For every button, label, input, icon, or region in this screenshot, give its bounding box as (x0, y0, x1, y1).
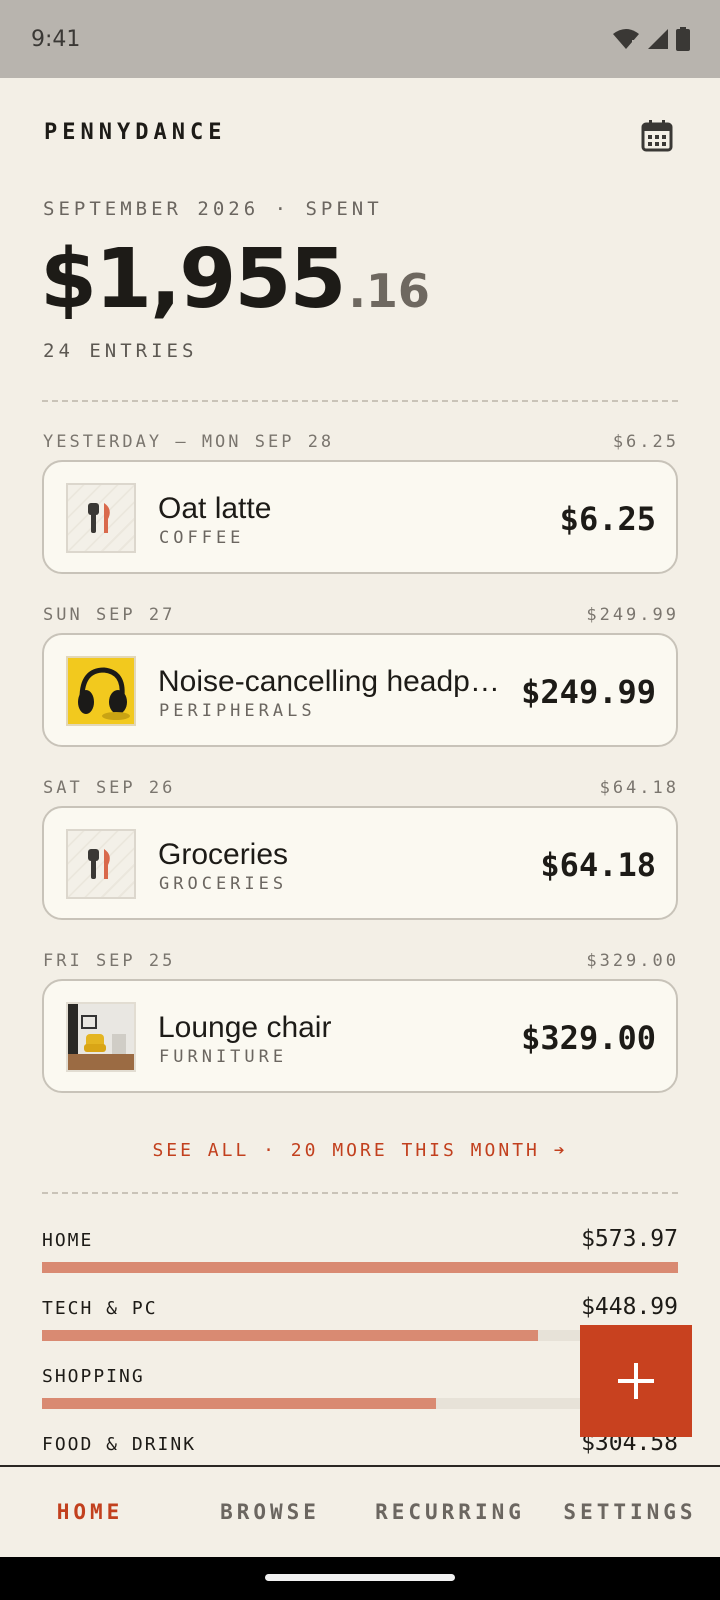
transaction-card[interactable]: Noise-cancelling headphones PERIPHERALS … (42, 633, 678, 747)
status-time: 9:41 (31, 26, 81, 52)
status-bar: 9:41 (0, 0, 720, 78)
category-name: SHOPPING (42, 1366, 145, 1387)
day-label: YESTERDAY — MON SEP 28 (43, 432, 335, 452)
day-total: $329.00 (586, 951, 679, 971)
transaction-name: Groceries (158, 838, 289, 871)
calendar-icon (641, 120, 673, 152)
transaction-card[interactable]: Lounge chair FURNITURE $329.00 (42, 979, 678, 1093)
category-amount: $573.97 (581, 1226, 678, 1252)
summary-label: SEPTEMBER 2026 · SPENT (43, 198, 383, 220)
transaction-card[interactable]: Groceries GROCERIES $64.18 (42, 806, 678, 920)
nav-home[interactable]: HOME (0, 1467, 180, 1557)
transaction-category: FURNITURE (159, 1047, 288, 1067)
category-name: TECH & PC (42, 1298, 158, 1319)
transaction-card[interactable]: Oat latte COFFEE $6.25 (42, 460, 678, 574)
signal-icon (648, 29, 668, 49)
day-total: $249.99 (586, 605, 679, 625)
monthly-total: $1,955 .16 (40, 232, 430, 327)
day-header: SAT SEP 26 $64.18 (43, 778, 679, 798)
day-label: SAT SEP 26 (43, 778, 176, 798)
plus-icon (618, 1363, 654, 1399)
category-bar-fill (42, 1398, 437, 1409)
home-gesture-handle[interactable] (265, 1574, 455, 1581)
category-name: HOME (42, 1230, 94, 1251)
app-header: PENNYDANCE (0, 78, 720, 190)
day-label: SUN SEP 27 (43, 605, 176, 625)
status-icons (612, 27, 690, 51)
calendar-button[interactable] (640, 118, 674, 152)
nav-recurring[interactable]: RECURRING (360, 1467, 540, 1557)
utensils-icon (66, 829, 136, 899)
day-total: $64.18 (599, 778, 679, 798)
nav-browse[interactable]: BROWSE (180, 1467, 360, 1557)
transaction-amount: $329.00 (521, 1019, 656, 1057)
category-bar-fill (42, 1262, 678, 1273)
day-header: YESTERDAY — MON SEP 28 $6.25 (43, 432, 679, 452)
divider (42, 1192, 678, 1194)
transaction-name: Lounge chair (158, 1011, 332, 1044)
day-total: $6.25 (612, 432, 679, 452)
category-row[interactable]: HOME $573.97 (42, 1226, 678, 1290)
transaction-category: PERIPHERALS (159, 701, 316, 721)
see-all-link[interactable]: SEE ALL · 20 MORE THIS MONTH ➔ (0, 1140, 720, 1161)
app-title: PENNYDANCE (44, 120, 227, 145)
day-label: FRI SEP 25 (43, 951, 176, 971)
transaction-amount: $6.25 (559, 500, 656, 538)
transaction-name: Noise-cancelling headphones (158, 665, 508, 698)
transaction-category: COFFEE (159, 528, 245, 548)
category-bar-fill (42, 1330, 539, 1341)
transaction-amount: $249.99 (521, 673, 656, 711)
transaction-amount: $64.18 (540, 846, 656, 884)
utensils-icon (66, 483, 136, 553)
category-amount: $448.99 (581, 1294, 678, 1320)
category-name: FOOD & DRINK (42, 1434, 197, 1455)
nav-settings[interactable]: SETTINGS (540, 1467, 720, 1557)
wifi-icon (613, 29, 639, 49)
entries-count: 24 ENTRIES (43, 340, 198, 362)
gesture-bar (0, 1557, 720, 1600)
transaction-name: Oat latte (158, 492, 272, 525)
transaction-category: GROCERIES (159, 874, 288, 894)
day-header: FRI SEP 25 $329.00 (43, 951, 679, 971)
day-header: SUN SEP 27 $249.99 (43, 605, 679, 625)
total-dollars: $1,955 (40, 232, 346, 327)
chair-photo (66, 1002, 136, 1072)
battery-icon (676, 27, 690, 51)
bottom-nav: HOME BROWSE RECURRING SETTINGS (0, 1465, 720, 1557)
headphones-photo (66, 656, 136, 726)
total-cents: .16 (348, 264, 430, 318)
category-bar-track (42, 1262, 678, 1273)
divider (42, 400, 678, 402)
add-expense-button[interactable] (580, 1325, 692, 1437)
